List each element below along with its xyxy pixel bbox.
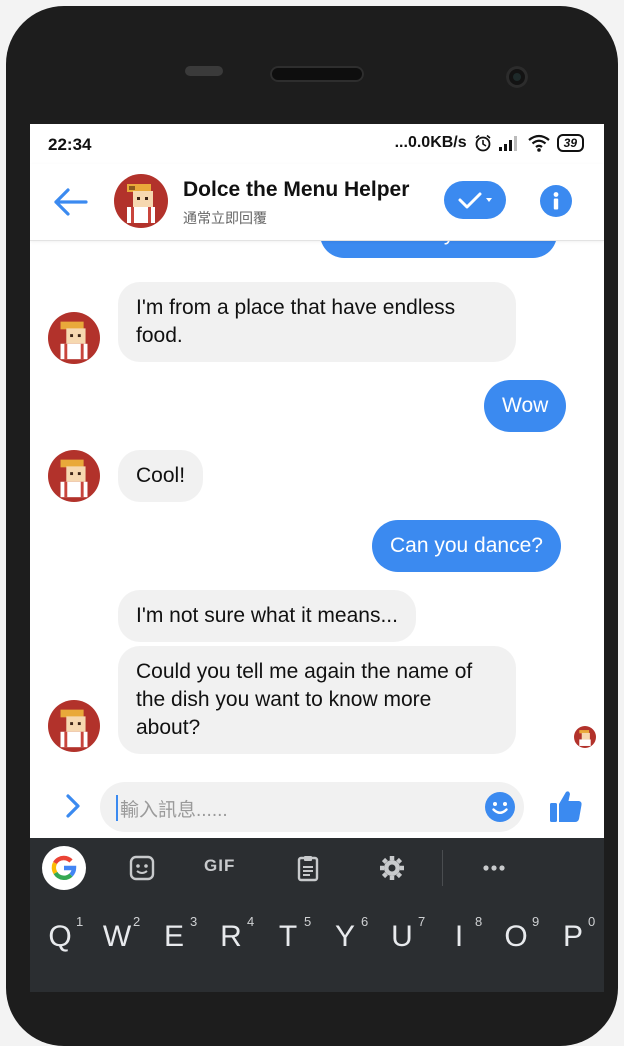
wifi-icon [527, 134, 550, 152]
bot-avatar [48, 450, 100, 502]
info-button[interactable] [540, 185, 572, 217]
message-incoming[interactable]: Cool! [118, 450, 204, 502]
screen: 22:34 ...0.0KB/s 39 Dolce the Menu Helpe… [30, 124, 604, 992]
key-hint: 5 [304, 914, 312, 929]
back-arrow-icon[interactable] [52, 186, 90, 218]
google-button[interactable] [42, 846, 86, 890]
phone-earpiece [270, 66, 364, 82]
bot-avatar [48, 700, 100, 752]
chevron-right-icon[interactable] [64, 792, 82, 820]
key-hint: 2 [133, 914, 141, 929]
key-hint: 4 [247, 914, 255, 929]
signal-icon [498, 136, 517, 151]
message-incoming[interactable]: I'm from a place that have endless food. [118, 282, 516, 362]
status-bar: 22:34 ...0.0KB/s 39 [30, 124, 604, 164]
chat-header: Dolce the Menu Helper 通常立即回覆 [30, 164, 604, 241]
more-options-icon[interactable] [480, 854, 508, 882]
alarm-icon [475, 134, 491, 152]
phone-sensor [185, 66, 223, 76]
chat-subtitle: 通常立即回覆 [183, 210, 267, 226]
front-camera [506, 66, 528, 88]
chat-title: Dolce the Menu Helper [183, 178, 410, 201]
key-hint: 7 [418, 914, 426, 929]
message-incoming[interactable]: Could you tell me again the name of the … [118, 646, 516, 754]
keyboard-toolbar: GIF [30, 838, 604, 898]
message-text: Cool! [136, 464, 186, 487]
sticker-icon[interactable] [128, 854, 156, 882]
battery-indicator: 39 [556, 134, 584, 152]
status-icons: ...0.0KB/s 39 [395, 134, 584, 152]
check-icon [458, 192, 492, 209]
google-icon [51, 855, 77, 880]
bot-avatar [48, 312, 100, 364]
key-hint: 9 [532, 914, 540, 929]
message-list: Where are you from? I'm from a place tha… [30, 210, 604, 776]
message-outgoing[interactable]: Wow [484, 380, 567, 432]
key-hint: 6 [361, 914, 369, 929]
message-text: I'm from a place that have endless food. [136, 296, 456, 347]
info-icon [553, 192, 559, 210]
message-composer: 輸入訊息...... [30, 776, 604, 838]
key-hint: 8 [475, 914, 483, 929]
message-input[interactable]: 輸入訊息...... [100, 782, 524, 832]
follow-status-button[interactable] [444, 181, 506, 219]
message-text: Wow [502, 394, 549, 417]
message-text: Can you dance? [390, 534, 543, 557]
thumbs-up-icon[interactable] [548, 788, 584, 824]
message-input-placeholder: 輸入訊息...... [120, 800, 228, 821]
keyboard-row-qwerty: Q 1 W 2 E 3 R 4 T 5 Y 6 U 7 I 8 O 9 P 0 [30, 898, 604, 992]
key-hint: 0 [588, 914, 596, 929]
gif-button[interactable]: GIF [204, 856, 235, 876]
text-cursor [116, 795, 118, 821]
read-receipt-avatar [574, 726, 596, 748]
network-speed: ...0.0KB/s [394, 134, 467, 151]
message-text: Could you tell me again the name of the … [136, 660, 473, 739]
message-incoming[interactable]: I'm not sure what it means... [118, 590, 416, 642]
key-hint: 1 [76, 914, 84, 929]
message-text: I'm not sure what it means... [136, 604, 398, 627]
emoji-icon[interactable] [484, 791, 516, 823]
message-outgoing[interactable]: Can you dance? [372, 520, 561, 572]
status-time: 22:34 [48, 135, 92, 154]
key-hint: 3 [190, 914, 198, 929]
clipboard-icon[interactable] [294, 854, 322, 882]
bot-avatar[interactable] [114, 174, 168, 228]
toolbar-divider [442, 850, 443, 886]
settings-gear-icon[interactable] [378, 854, 406, 882]
